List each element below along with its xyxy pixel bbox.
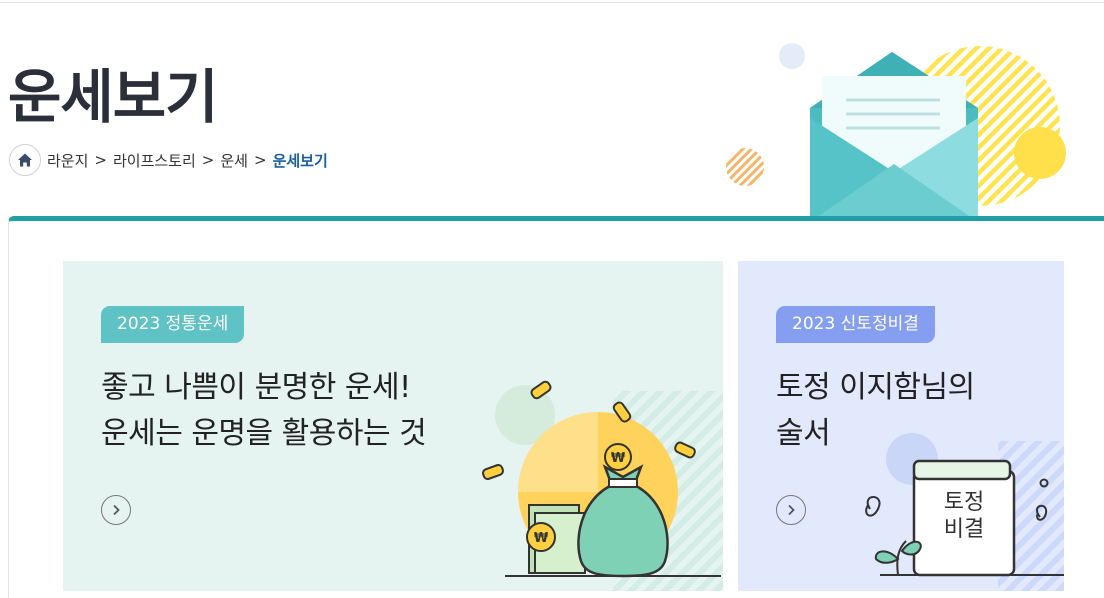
breadcrumb-separator: >	[253, 151, 267, 169]
breadcrumb: 라운지 > 라이프스토리 > 운세 > 운세보기	[9, 142, 328, 178]
fortune-card-traditional[interactable]: 2023 정통운세 좋고 나쁨이 분명한 운세! 운세는 운명을 활용하는 것	[63, 261, 723, 591]
breadcrumb-separator: >	[201, 151, 215, 169]
chevron-right-icon	[788, 504, 795, 516]
card-badge: 2023 정통운세	[101, 306, 245, 343]
card-headline-line: 토정 이지함님의	[776, 370, 975, 405]
breadcrumb-lifestory[interactable]: 라이프스토리	[113, 150, 196, 171]
book-title-line: 비결	[943, 517, 985, 542]
breadcrumb-separator: >	[94, 151, 107, 169]
breadcrumb-lounge[interactable]: 라운지	[47, 150, 88, 171]
chevron-right-icon	[113, 504, 120, 516]
money-bag-icon: ₩ ₩	[482, 380, 723, 591]
top-divider	[0, 2, 1104, 3]
home-button[interactable]	[9, 144, 41, 176]
book-title-line: 토정	[943, 490, 985, 515]
envelope-illustration	[726, 43, 1066, 218]
fortune-card-tojeong[interactable]: 2023 신토정비결 토정 이지함님의 술서 토정 비결	[738, 261, 1064, 591]
home-icon	[18, 153, 32, 167]
tojeong-book-icon: 토정 비결	[858, 431, 1064, 591]
book-title: 토정 비결	[914, 489, 1014, 543]
breadcrumb-fortune[interactable]: 운세	[220, 150, 248, 171]
card-headline-line: 운세는 운명을 활용하는 것	[101, 416, 427, 451]
card-arrow-button[interactable]	[776, 495, 806, 525]
card-badge: 2023 신토정비결	[776, 306, 935, 343]
svg-text:₩: ₩	[534, 531, 549, 546]
breadcrumb-current: 운세보기	[272, 151, 328, 170]
card-headline-line: 좋고 나쁨이 분명한 운세!	[101, 370, 411, 405]
card-arrow-button[interactable]	[101, 495, 131, 525]
page-title: 운세보기	[8, 63, 218, 131]
card-headline: 좋고 나쁨이 분명한 운세! 운세는 운명을 활용하는 것	[101, 365, 427, 457]
svg-text:₩: ₩	[611, 451, 626, 466]
